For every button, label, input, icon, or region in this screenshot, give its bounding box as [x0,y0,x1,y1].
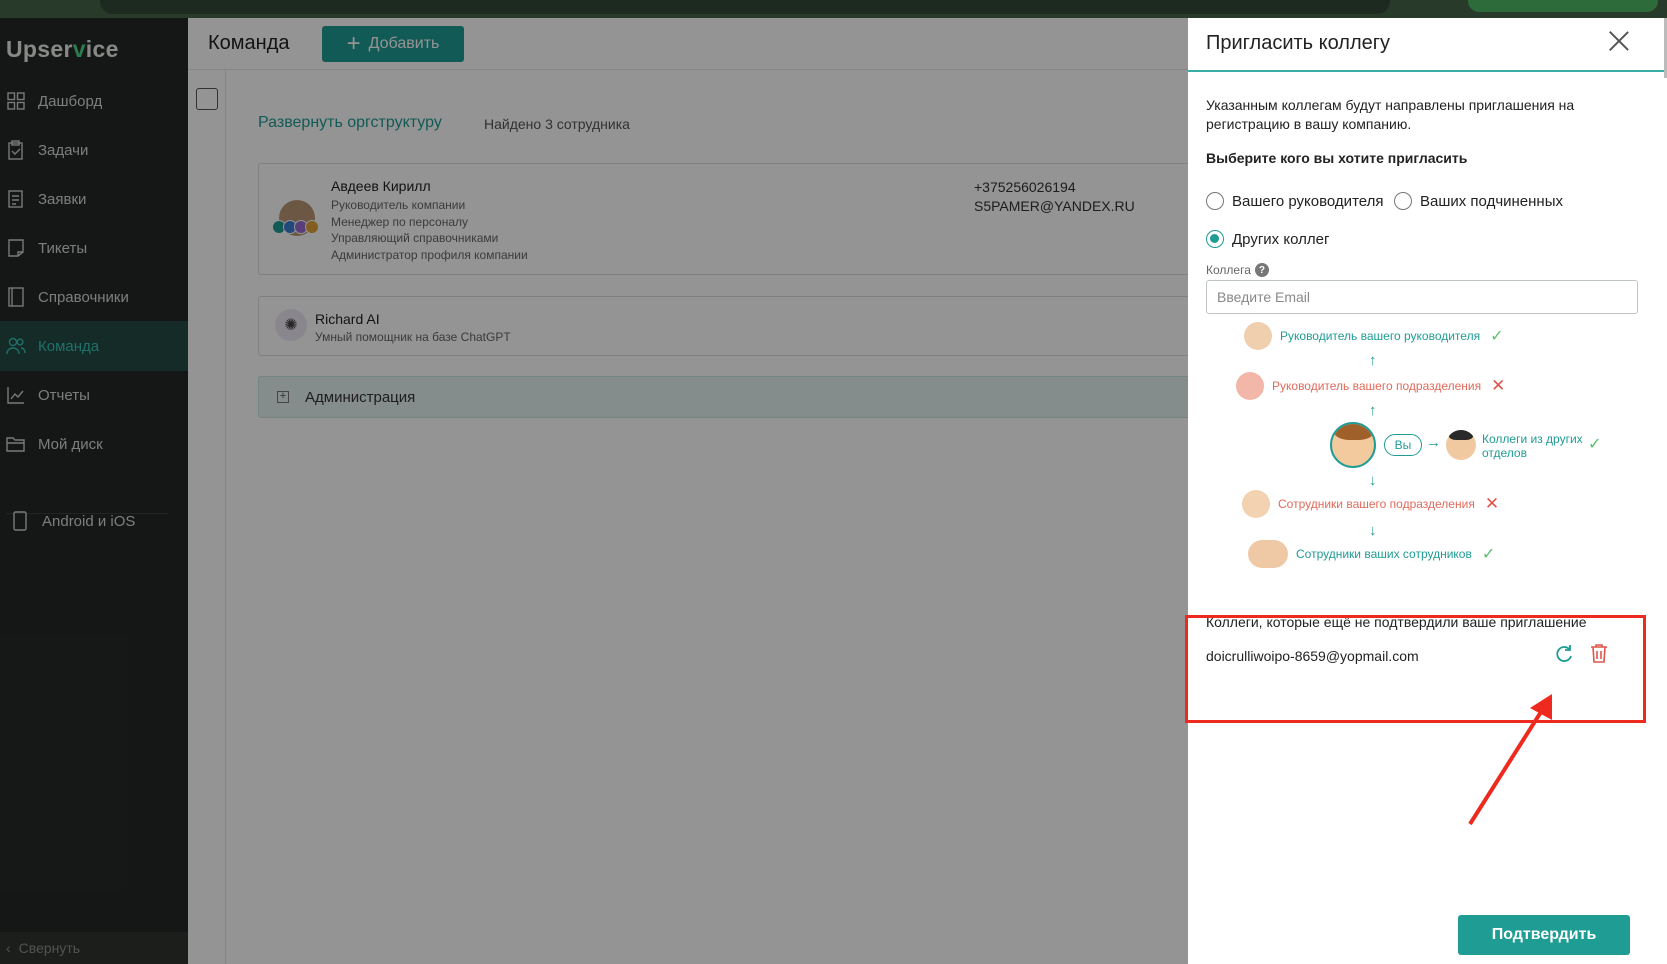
me-avatar [1330,422,1376,468]
arrow-up-icon: ↑ [1369,402,1377,419]
panel-title: Пригласить коллегу [1206,32,1391,54]
arrow-right-icon: → [1426,434,1441,451]
cross-icon: ✕ [1491,376,1506,395]
browser-profile-button[interactable] [1468,0,1658,12]
panel-header: Пригласить коллегу [1188,18,1664,72]
confirm-button[interactable]: Подтвердить [1458,915,1630,955]
email-field[interactable] [1206,280,1638,314]
check-icon: ✓ [1481,546,1496,563]
address-bar[interactable] [100,0,1390,14]
radio-circle [1206,230,1224,248]
radio-label: Ваших подчиненных [1420,192,1563,210]
person-icon [1242,490,1270,518]
check-icon: ✓ [1490,328,1504,345]
cross-icon: ✕ [1484,494,1500,513]
hierarchy-other-depts: Коллеги из других отделов [1482,432,1583,460]
person-icon [1236,372,1264,400]
radio-circle [1206,192,1224,210]
hierarchy-dept-head: Руководитель вашего подразделения ✕ [1236,372,1505,400]
intro-text: Указанным коллегам будут направлены приг… [1206,97,1575,132]
check-icon: ✓ [1588,436,1602,453]
radio-subordinates[interactable]: Ваших подчиненных [1394,192,1563,210]
radio-manager[interactable]: Вашего руководителя [1206,192,1384,210]
person-icon [1446,430,1476,460]
field-label-text: Коллега [1206,263,1251,277]
browser-bar [0,0,1667,18]
hierarchy-boss-of-boss: Руководитель вашего руководителя ✓ [1244,322,1503,350]
hierarchy-label: Сотрудники вашего подразделения [1278,497,1475,511]
choose-heading: Выберите кого вы хотите пригласить [1206,150,1468,166]
me-badge: Вы [1384,434,1422,456]
hierarchy-label: Руководитель вашего руководителя [1280,329,1481,343]
arrow-down-icon: ↓ [1369,472,1377,489]
radio-label: Вашего руководителя [1232,192,1384,210]
people-icon [1248,540,1288,568]
hierarchy-dept-staff: Сотрудники вашего подразделения ✕ [1242,490,1499,518]
annotation-arrow-icon [1468,694,1552,826]
arrow-up-icon: ↑ [1369,352,1377,369]
radio-other-colleagues[interactable]: Других коллег [1206,230,1329,248]
radio-circle [1394,192,1412,210]
hierarchy-subordinates-staff: Сотрудники ваших сотрудников ✓ [1248,540,1495,568]
person-icon [1244,322,1272,350]
modal-overlay[interactable] [0,18,1188,964]
hierarchy-label: Сотрудники ваших сотрудников [1296,547,1472,561]
colleague-field-label: Коллега ? [1206,263,1269,277]
radio-label: Других коллег [1232,230,1330,248]
hierarchy-label: Руководитель вашего подразделения [1272,379,1482,393]
invite-panel: Пригласить коллегу Указанным коллегам бу… [1188,18,1664,964]
close-icon[interactable] [1606,28,1632,54]
arrow-down-icon: ↓ [1369,522,1377,539]
help-icon[interactable]: ? [1254,263,1269,277]
